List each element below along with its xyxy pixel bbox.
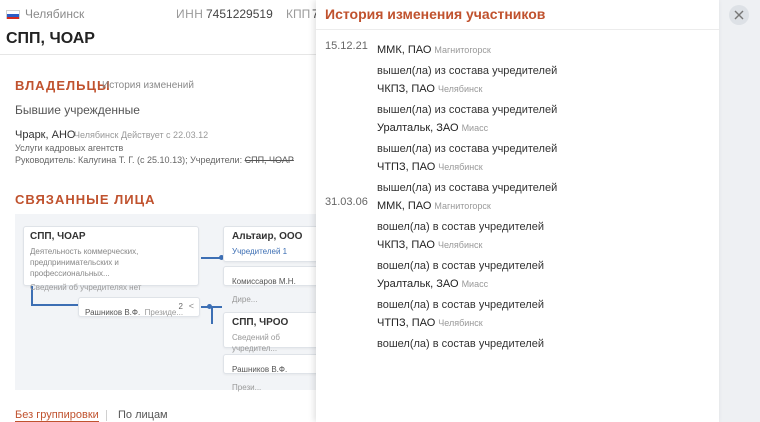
participant-name-link[interactable]: ЧТПЗ, ПАО [377,161,435,173]
history-entry: ЧТПЗ, ПАО Челябинск вошел(ла) в состав уч… [377,309,719,350]
participant-name-link[interactable]: ММК, ПАО [377,200,431,212]
participant-city: Миасс [461,279,489,289]
node-desc: предпринимательских и профессиональных..… [30,258,119,278]
graph-node-sppchroo[interactable]: СПП, ЧРОО Сведений об учредител... [223,312,323,353]
person-role: Прези... [232,383,262,392]
person-role: Президе... [144,308,184,317]
history-entry: Уралтальк, ЗАО Миасс вошел(ла) в состав у… [377,270,719,311]
participant-city: Магнитогорск [434,45,491,55]
former-owners-heading: Бывшие учрежденные [15,103,140,117]
close-button[interactable] [729,5,749,25]
tab-no-grouping[interactable]: Без группировки [15,409,99,421]
owner-name-link[interactable]: Чрарк, АНО [15,129,75,141]
person-count: 2 [178,302,183,311]
participant-city: Магнитогорск [434,201,491,211]
node-note: Сведений об учредител... [232,333,280,353]
modal-side-strip [719,0,760,422]
owner-status: Действует с 22.03.12 [121,130,209,140]
company-title: СПП, ЧОАР [6,30,95,47]
node-title: СПП, ЧРОО [232,317,289,328]
tab-by-persons[interactable]: По лицам [118,409,168,421]
history-date: 15.12.21 [325,40,368,52]
participant-city: Челябинск [437,84,483,94]
history-group: 31.03.06 ММК, ПАО Магнитогорск вошел(ла) … [316,192,719,350]
owner-heads-text: Руководитель: Калугина Т. Г. (с 25.10.13… [15,155,243,165]
node-title: СПП, ЧОАР [30,231,86,242]
kpp-label: КПП [286,7,311,21]
person-name: Комиссаров М.Н. [232,277,296,286]
related-heading: СВЯЗАННЫЕ ЛИЦА [15,192,156,207]
graph-node-dot [207,304,212,309]
russia-flag-icon [6,10,20,19]
graph-connector [211,306,213,324]
history-entry: ММК, ПАО Магнитогорск вышел(ла) из состав… [377,36,719,77]
history-entry: Уралтальк, ЗАО Миасс вышел(ла) из состава… [377,114,719,155]
owner-activity: Услуги кадровых агентств [15,143,124,153]
tab-separator [106,410,107,421]
participant-name-link[interactable]: Уралтальк, ЗАО [377,278,459,290]
close-icon [734,10,744,20]
graph-node-main[interactable]: СПП, ЧОАР Деятельность коммерческих, пре… [23,226,199,292]
share-icon[interactable]: < [189,301,194,311]
graph-connector [31,304,79,306]
participant-city: Челябинск [438,318,483,328]
history-list: 15.12.21 ММК, ПАО Магнитогорск вышел(ла) … [316,36,719,350]
participant-name-link[interactable]: ММК, ПАО [377,44,431,56]
node-note: Сведений об учредителях нет [30,283,142,292]
person-name: Рашников В.Ф. [85,308,141,317]
person-name: Рашников В.Ф. [232,365,288,374]
modal-header: История изменения участников [316,0,719,30]
divider [0,54,316,55]
participant-name-link[interactable]: ЧКПЗ, ПАО [377,83,435,95]
owner-city: Челябинск [74,130,119,140]
graph-node-rashnikov[interactable]: Рашников В.Ф. Прези... [223,354,323,392]
participant-name-link[interactable]: ЧКПЗ, ПАО [377,239,435,251]
history-entry: ММК, ПАО Магнитогорск вошел(ла) в состав … [377,192,719,233]
region-city[interactable]: Челябинск [25,7,84,21]
participant-city: Миасс [461,123,489,133]
inn-value: 7451229519 [206,7,273,21]
owner-heads: Руководитель: Калугина Т. Г. (с 25.10.13… [15,155,294,165]
history-entry: ЧКПЗ, ПАО Челябинск вошел(ла) в состав уч… [377,231,719,272]
graph-node-altair[interactable]: Альтаир, ООО Учредителей 1 [223,226,323,262]
history-entry: ЧТПЗ, ПАО Челябинск вышел(ла) из состава … [377,153,719,194]
node-founders: Учредителей 1 [232,247,288,256]
node-desc: Деятельность коммерческих, [30,247,139,256]
history-group: 15.12.21 ММК, ПАО Магнитогорск вышел(ла) … [316,36,719,194]
owner-heads-struck[interactable]: СПП, ЧОАР [245,155,294,165]
node-title: Альтаир, ООО [232,231,303,242]
participant-city: Челябинск [437,240,483,250]
inn-label: ИНН [176,7,204,21]
graph-node-kommissarov[interactable]: Комиссаров М.Н. Дире... [223,266,323,304]
participant-name-link[interactable]: ЧТПЗ, ПАО [377,317,435,329]
owners-heading: ВЛАДЕЛЬЦЫ [15,78,111,93]
history-date: 31.03.06 [325,196,368,208]
person-role: Дире... [232,295,258,304]
graph-node-person[interactable]: Рашников В.Ф. Президе... 2 < [78,297,200,317]
modal-title: История изменения участников [325,6,546,22]
participant-action: вошел(ла) в состав учредителей [377,338,544,350]
participant-city: Челябинск [438,162,483,172]
relations-graph[interactable]: СПП, ЧОАР Деятельность коммерческих, пре… [15,214,323,392]
history-entry: ЧКПЗ, ПАО Челябинск вышел(ла) из состава … [377,75,719,116]
history-link[interactable]: История изменений [102,80,194,91]
participant-name-link[interactable]: Уралтальк, ЗАО [377,122,459,134]
